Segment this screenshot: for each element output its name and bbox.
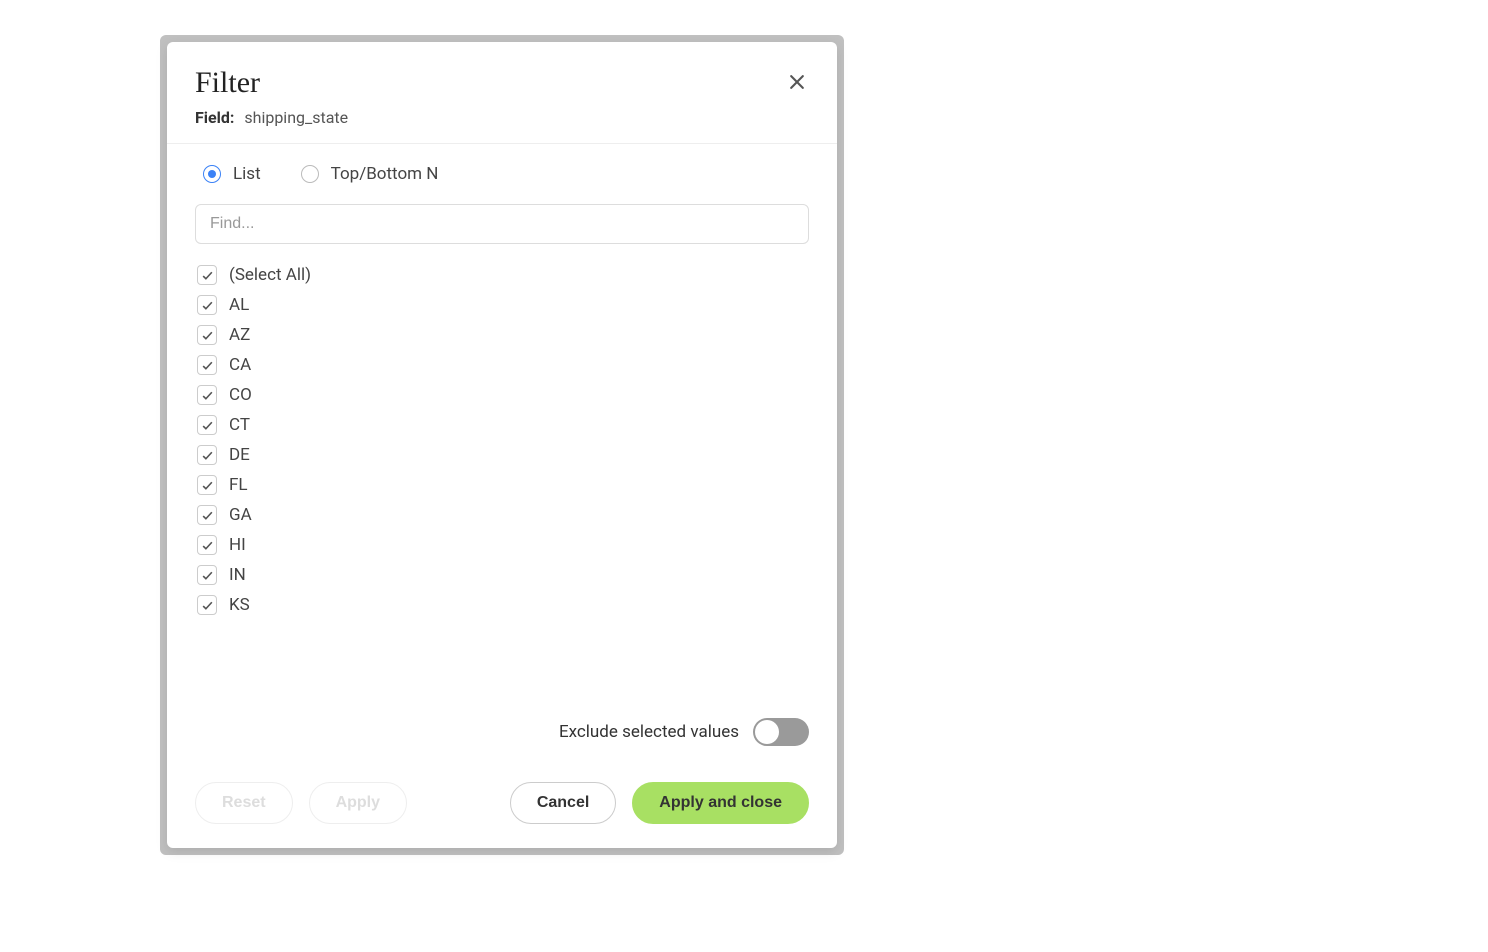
radio-label: Top/Bottom N xyxy=(331,164,439,184)
checkbox-icon xyxy=(197,475,217,495)
checkbox-icon xyxy=(197,265,217,285)
checkbox-item[interactable]: CA xyxy=(197,350,809,380)
radio-option-list[interactable]: List xyxy=(203,164,261,184)
checkbox-icon xyxy=(197,295,217,315)
modal-header: Filter Field: shipping_state xyxy=(167,42,837,144)
checkbox-icon xyxy=(197,535,217,555)
field-label: Field: xyxy=(195,108,234,127)
checkbox-label: AZ xyxy=(229,325,250,345)
checkbox-icon xyxy=(197,325,217,345)
radio-dot-icon xyxy=(208,170,216,178)
checkbox-label: GA xyxy=(229,505,252,525)
radio-label: List xyxy=(233,164,261,184)
radio-option-topbottom[interactable]: Top/Bottom N xyxy=(301,164,439,184)
checkbox-item[interactable]: AL xyxy=(197,290,809,320)
reset-button[interactable]: Reset xyxy=(195,782,293,824)
checkbox-item[interactable]: IN xyxy=(197,560,809,590)
checkbox-icon xyxy=(197,565,217,585)
checkbox-label: CO xyxy=(229,385,252,405)
checkbox-label: HI xyxy=(229,535,246,555)
modal-body: List Top/Bottom N (Select All) AL AZ CA CO CT… xyxy=(167,144,837,766)
apply-button[interactable]: Apply xyxy=(309,782,407,824)
checkbox-label: (Select All) xyxy=(229,265,311,285)
checkbox-label: KS xyxy=(229,595,250,615)
checkbox-item[interactable]: CT xyxy=(197,410,809,440)
filter-modal: Filter Field: shipping_state List xyxy=(167,42,837,848)
checkbox-label: FL xyxy=(229,475,248,495)
checkbox-item[interactable]: HI xyxy=(197,530,809,560)
checkbox-icon xyxy=(197,415,217,435)
radio-icon xyxy=(301,165,319,183)
modal-backdrop: Filter Field: shipping_state List xyxy=(160,35,844,855)
checkbox-icon xyxy=(197,385,217,405)
filter-mode-radio-group: List Top/Bottom N xyxy=(195,164,809,184)
checkbox-icon xyxy=(197,595,217,615)
toggle-knob-icon xyxy=(755,720,779,744)
radio-icon xyxy=(203,165,221,183)
checkbox-item[interactable]: FL xyxy=(197,470,809,500)
modal-title: Filter xyxy=(195,66,809,100)
checkbox-label: IN xyxy=(229,565,246,585)
checkbox-item[interactable]: (Select All) xyxy=(197,260,809,290)
checkbox-label: CA xyxy=(229,355,251,375)
cancel-button[interactable]: Cancel xyxy=(510,782,616,824)
checkbox-item[interactable]: GA xyxy=(197,500,809,530)
checkbox-icon xyxy=(197,505,217,525)
checkbox-item[interactable]: KS xyxy=(197,590,809,620)
close-icon xyxy=(787,72,807,92)
checkbox-icon xyxy=(197,355,217,375)
checkbox-list[interactable]: (Select All) AL AZ CA CO CT DE FL GA HI IN KS xyxy=(195,260,809,702)
checkbox-label: CT xyxy=(229,415,250,435)
exclude-toggle[interactable] xyxy=(753,718,809,746)
checkbox-label: DE xyxy=(229,445,250,465)
exclude-label: Exclude selected values xyxy=(559,722,739,742)
apply-close-button[interactable]: Apply and close xyxy=(632,782,809,824)
checkbox-icon xyxy=(197,445,217,465)
modal-footer: Reset Apply Cancel Apply and close xyxy=(167,766,837,848)
checkbox-label: AL xyxy=(229,295,249,315)
field-row: Field: shipping_state xyxy=(195,108,809,127)
checkbox-item[interactable]: CO xyxy=(197,380,809,410)
close-button[interactable] xyxy=(781,66,813,98)
checkbox-item[interactable]: DE xyxy=(197,440,809,470)
checkbox-item[interactable]: AZ xyxy=(197,320,809,350)
search-input[interactable] xyxy=(195,204,809,244)
field-value: shipping_state xyxy=(244,108,348,127)
exclude-row: Exclude selected values xyxy=(195,702,809,766)
